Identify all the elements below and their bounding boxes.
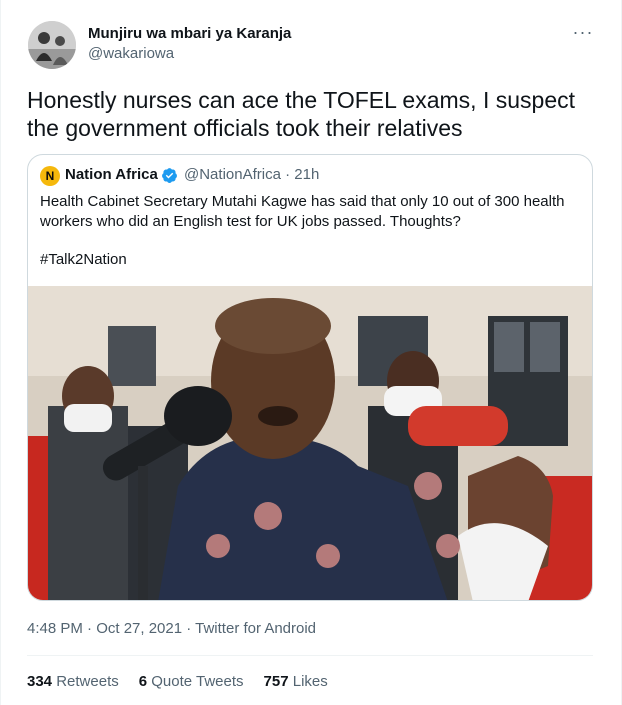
quote-tweets-count: 6 — [138, 673, 148, 690]
author-name[interactable]: Munjiru wa mbari ya Karanja — [88, 25, 291, 42]
likes-count: 757 — [263, 673, 289, 690]
quote-tweets-stat[interactable]: 6 Quote Tweets — [139, 673, 244, 690]
quoted-tweet[interactable]: N Nation Africa @NationAfrica · 21h Heal… — [27, 154, 593, 601]
retweets-count: 334 — [27, 673, 53, 690]
hashtag-link[interactable]: #Talk2Nation — [40, 251, 127, 268]
quote-tweets-label: Quote Tweets — [151, 673, 244, 690]
likes-label: Likes — [292, 673, 328, 690]
verified-badge-icon — [162, 168, 177, 183]
quoted-author-name: Nation Africa — [65, 166, 158, 183]
more-options-icon[interactable]: ··· — [571, 22, 595, 42]
tweet-detail: Munjiru wa mbari ya Karanja @wakariowa ·… — [0, 0, 622, 705]
author-handle[interactable]: @wakariowa — [88, 45, 174, 62]
quoted-tweet-text: Health Cabinet Secretary Mutahi Kagwe ha… — [40, 193, 565, 230]
avatar-photo-icon — [28, 21, 76, 69]
retweets-stat[interactable]: 334 Retweets — [27, 673, 119, 690]
tweet-text: Honestly nurses can ace the TOFEL exams,… — [27, 87, 576, 141]
divider — [27, 655, 593, 656]
avatar[interactable] — [28, 21, 76, 69]
tweet-timestamp[interactable]: 4:48 PM · Oct 27, 2021 · Twitter for And… — [27, 620, 316, 637]
engagement-stats: 334 Retweets 6 Quote Tweets 757 Likes — [27, 673, 328, 690]
quoted-author-handle[interactable]: @NationAfrica · 21h — [184, 166, 319, 183]
press-conference-photo — [28, 286, 592, 600]
quoted-tweet-photo[interactable] — [28, 286, 592, 600]
retweets-label: Retweets — [56, 673, 119, 690]
likes-stat[interactable]: 757 Likes — [264, 673, 328, 690]
nation-africa-logo: N — [40, 166, 60, 186]
